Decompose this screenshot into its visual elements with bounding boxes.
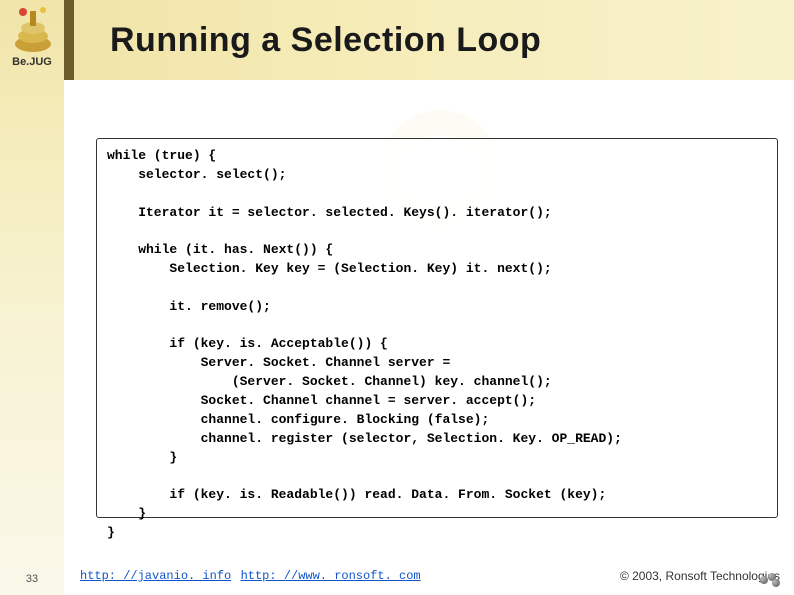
slide-title: Running a Selection Loop — [110, 21, 541, 60]
title-bar: Running a Selection Loop — [64, 0, 794, 80]
code-content: while (true) { selector. select(); Itera… — [107, 147, 767, 543]
footer-links: http: //javanio. info http: //www. ronso… — [80, 568, 427, 583]
copyright-text: © 2003, Ronsoft Technologies — [620, 569, 780, 583]
logo-label: Be.JUG — [7, 56, 57, 68]
code-box: while (true) { selector. select(); Itera… — [96, 138, 778, 518]
link-javanio[interactable]: http: //javanio. info — [80, 569, 231, 583]
link-ronsoft[interactable]: http: //www. ronsoft. com — [241, 569, 421, 583]
corner-bullets-icon — [760, 573, 784, 587]
sidebar: Be.JUG 33 — [0, 0, 64, 595]
page-number: 33 — [0, 573, 64, 585]
footer: http: //javanio. info http: //www. ronso… — [80, 568, 780, 583]
bejug-logo — [8, 6, 58, 56]
